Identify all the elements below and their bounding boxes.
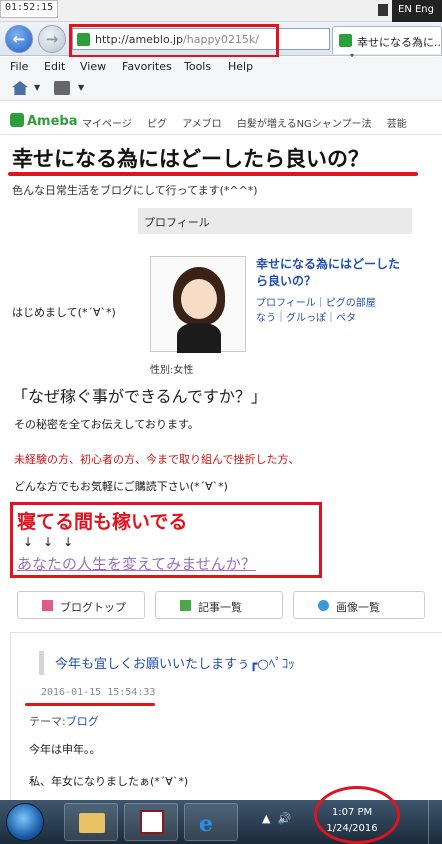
blog-title[interactable]: 幸せになる為にはどーしたら良いの？: [12, 143, 369, 173]
profile-links: プロフィール｜ピグの部屋 なう｜グルっぽ｜ペタ: [256, 296, 412, 326]
secret-text: その秘密を全てお伝えしております。: [14, 418, 199, 431]
arrow-right-icon: →: [45, 30, 59, 48]
blog-nav-buttons: ブログトップ 記事一覧 画像一覧: [17, 591, 427, 619]
taskbar-explorer[interactable]: [64, 803, 118, 841]
article-body-line: 今年は申年。。: [29, 743, 101, 756]
article: 今年も宜しくお願いいたしますぅ┏○ﾍﾟｺｯ 2016-01-15 15:54:3…: [10, 632, 442, 802]
home-icon[interactable]: [12, 81, 28, 95]
blog-description: 色んな日常生活をブログにして行ってます(*^^*): [12, 184, 258, 197]
menu-favorites[interactable]: Favorites: [122, 60, 172, 73]
clock-icon: [140, 810, 164, 834]
header-link-geinou[interactable]: 芸能: [387, 119, 407, 130]
header-link-mypage[interactable]: マイページ: [82, 119, 132, 130]
arrow-left-icon: ←: [12, 30, 26, 48]
taskbar-clock-app[interactable]: [124, 803, 178, 841]
ameba-header-links: マイページ ピグ アメブロ 白髪が増えるNGシャンプー法 芸能: [82, 115, 419, 130]
document-icon: [42, 600, 53, 611]
promo-arrows: ↓↓↓: [23, 535, 84, 549]
profile-gender: 性別:女性: [150, 365, 194, 376]
top-strip: 01:52:15 EN Eng: [0, 0, 442, 22]
profile-name-link[interactable]: 幸せになる為にはどーしたら良いの？: [256, 256, 406, 290]
article-body-line: 私、年女になりましたぁ(*´∀`*): [29, 775, 189, 788]
tab-title: 幸せになる為に...: [357, 36, 442, 49]
language-indicator[interactable]: EN Eng: [392, 0, 442, 22]
question-text: 「なぜ稼ぐ事ができるんですか？」: [12, 387, 267, 406]
avatar[interactable]: [150, 256, 246, 353]
promo-link[interactable]: あなたの人生を変えてみませんか？: [17, 553, 256, 574]
profile-heading: プロフィール: [138, 208, 412, 234]
menu-help[interactable]: Help: [228, 60, 253, 73]
clock-highlight-annotation: [314, 786, 400, 844]
folder-icon: [79, 813, 105, 833]
ameba-logo-icon: [10, 113, 24, 127]
command-bar: ▼ ▼: [0, 77, 442, 101]
timestamp-badge: 01:52:15: [0, 0, 59, 18]
menu-view[interactable]: View: [80, 60, 106, 73]
ameba-logo[interactable]: Ameba: [10, 113, 78, 129]
menu-file[interactable]: File: [10, 60, 28, 73]
copy-icon: [180, 600, 191, 611]
image-list-button[interactable]: 画像一覧: [293, 591, 425, 619]
menu-edit[interactable]: Edit: [44, 60, 65, 73]
profile-box: プロフィール 幸せになる為にはどーしたら良いの？ プロフィール｜ピグの部屋 なう…: [138, 208, 412, 378]
profile-links-line1[interactable]: プロフィール｜ピグの部屋: [256, 296, 412, 311]
article-date: 2016-01-15 15:54:33: [41, 687, 156, 698]
profile-links-line2[interactable]: なう｜グルっぽ｜ペタ: [256, 311, 412, 326]
internet-explorer-icon: e: [199, 811, 213, 837]
back-button[interactable]: ←: [5, 25, 33, 53]
header-link-ameblo[interactable]: アメブロ: [182, 119, 222, 130]
show-desktop-button[interactable]: [428, 800, 442, 844]
header-link-pigg[interactable]: ピグ: [147, 119, 167, 130]
feel-free-text: どんな方でもお気軽にご購読下さい(*´∀`*): [14, 480, 228, 493]
theme-link[interactable]: ブログ: [66, 715, 99, 728]
promo-box: 寝てる間も稼いでる ↓↓↓ あなたの人生を変えてみませんか？: [10, 502, 322, 578]
blog-top-button[interactable]: ブログトップ: [17, 591, 145, 619]
article-list-button[interactable]: 記事一覧: [155, 591, 283, 619]
chevron-down-icon[interactable]: ▼: [78, 83, 84, 92]
date-underline-annotation: [25, 703, 155, 706]
menu-tools[interactable]: Tools: [184, 60, 211, 73]
chevron-down-icon[interactable]: ▼: [34, 83, 40, 92]
title-underline-annotation: [8, 172, 418, 176]
camera-icon: [318, 600, 329, 611]
greeting-text: はじめまして(*´∀`*): [12, 306, 116, 319]
article-title[interactable]: 今年も宜しくお願いいたしますぅ┏○ﾍﾟｺｯ: [55, 653, 295, 672]
bookmark-icon: [378, 4, 388, 16]
taskbar-ie[interactable]: e: [184, 803, 238, 841]
red-notice-text: 未経験の方、初心者の方、今まで取り組んで挫折した方、: [14, 453, 300, 466]
start-button[interactable]: [6, 803, 44, 841]
article-theme: テーマ:ブログ: [29, 715, 99, 728]
ameba-header: Ameba マイページ ピグ アメブロ 白髪が増えるNGシャンプー法 芸能: [0, 107, 442, 135]
address-highlight-annotation: [69, 24, 279, 58]
system-tray-icons[interactable]: ▲ 🔊: [262, 812, 291, 825]
forward-button[interactable]: →: [38, 25, 66, 53]
print-icon[interactable]: [54, 81, 70, 95]
header-link-ad[interactable]: 白髪が増えるNGシャンプー法: [237, 119, 372, 130]
promo-headline: 寝てる間も稼いでる: [17, 511, 188, 533]
browser-tab[interactable]: 幸せになる為に...: [332, 26, 442, 54]
menu-bar: File Edit View Favorites Tools Help: [0, 57, 442, 77]
ameba-favicon-icon: [339, 34, 352, 47]
